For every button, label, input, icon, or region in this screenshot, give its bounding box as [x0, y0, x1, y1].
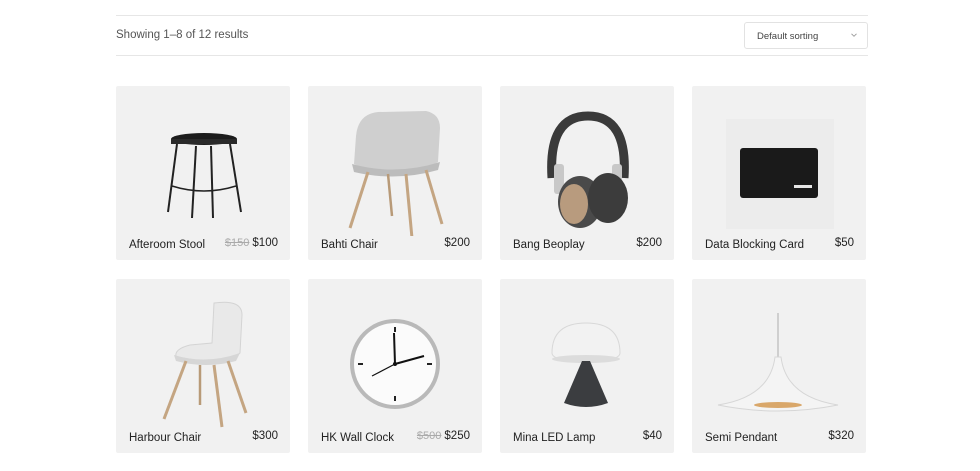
- result-count: Showing 1–8 of 12 results: [116, 29, 249, 41]
- product-name[interactable]: Data Blocking Card: [705, 239, 804, 251]
- headphones-image[interactable]: [500, 86, 674, 236]
- product-card[interactable]: Data Blocking Card $50: [692, 86, 866, 260]
- pendant-image[interactable]: [692, 279, 866, 429]
- price: $300: [249, 430, 278, 442]
- product-name[interactable]: Mina LED Lamp: [513, 432, 595, 444]
- current-price: $250: [444, 430, 470, 442]
- current-price: $200: [444, 237, 470, 249]
- clock-image[interactable]: [308, 279, 482, 429]
- old-price: $150: [224, 237, 250, 249]
- product-card[interactable]: Afteroom Stool $150 $100: [116, 86, 290, 260]
- current-price: $40: [642, 430, 662, 442]
- chair-image[interactable]: [308, 86, 482, 236]
- price: $40: [640, 430, 662, 442]
- price: $200: [441, 237, 470, 249]
- card-image[interactable]: [692, 86, 866, 236]
- product-card[interactable]: Semi Pendant $320: [692, 279, 866, 453]
- product-card[interactable]: Bang Beoplay $200: [500, 86, 674, 260]
- sort-selected-value: Default sorting: [757, 31, 819, 42]
- product-name[interactable]: Harbour Chair: [129, 432, 201, 444]
- current-price: $320: [828, 430, 854, 442]
- product-name[interactable]: Bahti Chair: [321, 239, 378, 251]
- stool-image[interactable]: [116, 86, 290, 236]
- current-price: $300: [252, 430, 278, 442]
- product-grid: Afteroom Stool $150 $100 Bahti Chair $20…: [116, 86, 868, 453]
- current-price: $50: [834, 237, 854, 249]
- lamp-image[interactable]: [500, 279, 674, 429]
- old-price: $500: [416, 430, 442, 442]
- current-price: $200: [636, 237, 662, 249]
- price: $320: [825, 430, 854, 442]
- chair-image[interactable]: [116, 279, 290, 429]
- price: $50: [832, 237, 854, 249]
- product-name[interactable]: Bang Beoplay: [513, 239, 585, 251]
- sort-select[interactable]: Default sorting: [744, 22, 868, 49]
- product-name[interactable]: HK Wall Clock: [321, 432, 394, 444]
- product-name[interactable]: Semi Pendant: [705, 432, 777, 444]
- product-card[interactable]: Mina LED Lamp $40: [500, 279, 674, 453]
- product-card[interactable]: Harbour Chair $300: [116, 279, 290, 453]
- price: $500 $250: [417, 430, 470, 442]
- chevron-down-icon: [851, 33, 857, 37]
- current-price: $100: [252, 237, 278, 249]
- product-card[interactable]: Bahti Chair $200: [308, 86, 482, 260]
- product-card[interactable]: HK Wall Clock $500 $250: [308, 279, 482, 453]
- price: $200: [633, 237, 662, 249]
- shop-toolbar: Showing 1–8 of 12 results Default sortin…: [116, 15, 868, 56]
- product-name[interactable]: Afteroom Stool: [129, 239, 205, 251]
- price: $150 $100: [225, 237, 278, 249]
